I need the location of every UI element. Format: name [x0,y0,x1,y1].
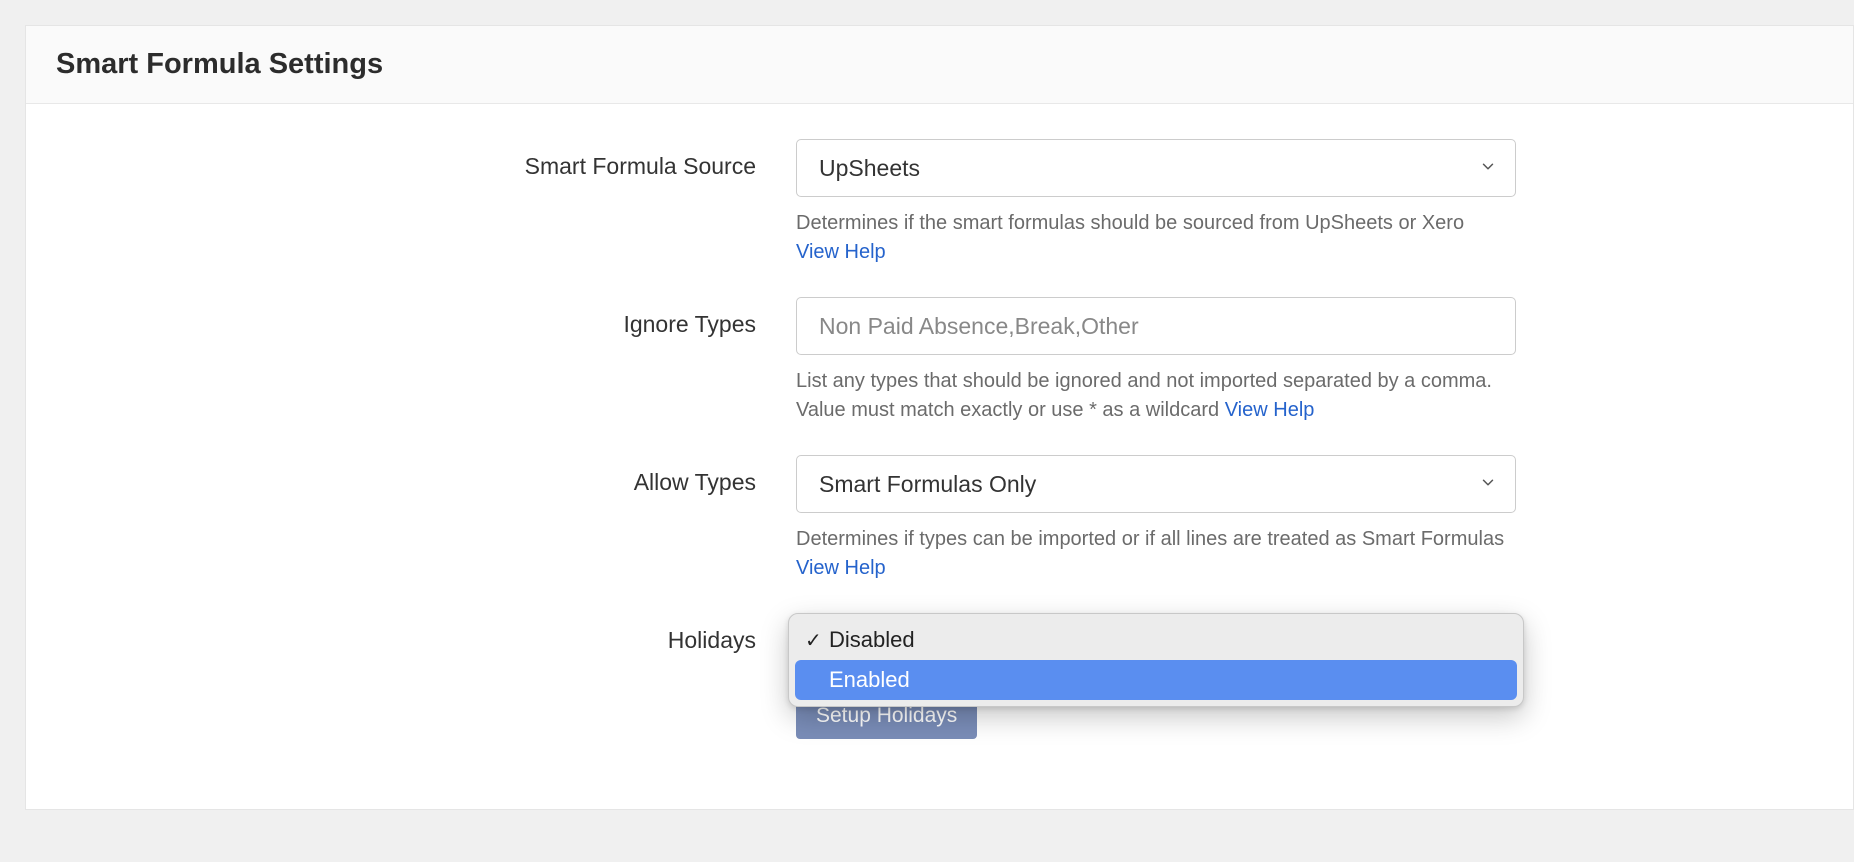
label-source: Smart Formula Source [56,139,796,180]
label-allow: Allow Types [56,455,796,496]
panel-body: Smart Formula Source UpSheets Determines… [26,104,1853,809]
select-source-value: UpSheets [819,155,920,182]
dropdown-holidays: ✓ Disabled Enabled [788,613,1524,707]
help-source: Determines if the smart formulas should … [796,209,1516,267]
control-source: UpSheets Determines if the smart formula… [796,139,1516,267]
help-ignore: List any types that should be ignored an… [796,367,1516,425]
panel-header: Smart Formula Settings [26,26,1853,104]
help-source-text: Determines if the smart formulas should … [796,212,1464,234]
control-ignore: List any types that should be ignored an… [796,297,1516,425]
option-enabled[interactable]: Enabled [795,660,1517,700]
row-holidays: Holidays ✓ Disabled Enabled Setup Holida… [56,613,1823,739]
row-source: Smart Formula Source UpSheets Determines… [56,139,1823,267]
option-enabled-label: Enabled [829,667,910,693]
help-allow-text: Determines if types can be imported or i… [796,528,1504,550]
help-link-ignore[interactable]: View Help [1225,399,1315,421]
help-link-source[interactable]: View Help [796,241,886,263]
help-ignore-text: List any types that should be ignored an… [796,370,1492,421]
row-allow: Allow Types Smart Formulas Only Determin… [56,455,1823,583]
help-allow: Determines if types can be imported or i… [796,525,1516,583]
chevron-down-icon [1479,471,1497,498]
select-source[interactable]: UpSheets [796,139,1516,197]
select-allow[interactable]: Smart Formulas Only [796,455,1516,513]
row-ignore: Ignore Types List any types that should … [56,297,1823,425]
chevron-down-icon [1479,155,1497,182]
input-ignore-types[interactable] [796,297,1516,355]
control-holidays: ✓ Disabled Enabled Setup Holidays [796,613,1516,739]
help-link-allow[interactable]: View Help [796,557,886,579]
control-allow: Smart Formulas Only Determines if types … [796,455,1516,583]
select-allow-value: Smart Formulas Only [819,471,1036,498]
label-holidays: Holidays [56,613,796,654]
label-ignore: Ignore Types [56,297,796,338]
option-disabled[interactable]: ✓ Disabled [795,620,1517,660]
settings-panel: Smart Formula Settings Smart Formula Sou… [25,25,1854,810]
panel-title: Smart Formula Settings [56,48,1823,81]
check-icon: ✓ [805,628,829,653]
option-disabled-label: Disabled [829,627,915,653]
